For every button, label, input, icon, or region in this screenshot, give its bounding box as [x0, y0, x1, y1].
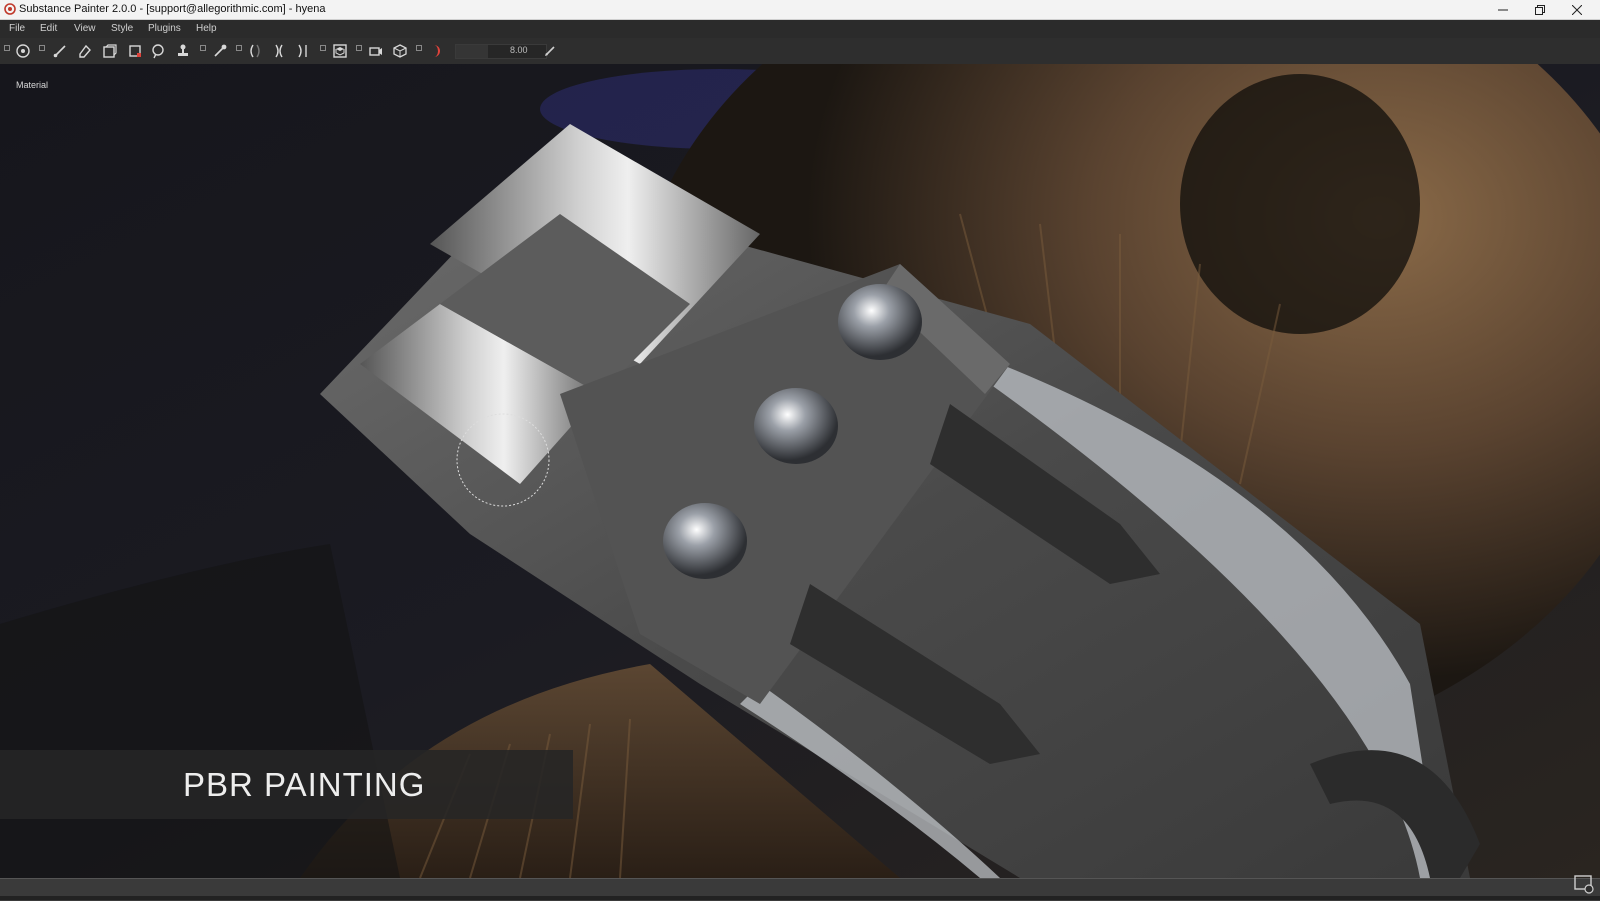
- expand-tick-icon[interactable]: [416, 45, 422, 51]
- clone-stamp-icon: [178, 44, 188, 56]
- transform-icon: [16, 44, 30, 58]
- menu-plugins[interactable]: Plugins: [148, 23, 181, 34]
- expand-tick-icon[interactable]: [200, 45, 206, 51]
- symmetry-left-icon: [250, 44, 260, 58]
- symmetry-mid-icon: [275, 44, 283, 58]
- symmetry-left-tool[interactable]: [245, 41, 265, 61]
- transform-tool[interactable]: [13, 41, 33, 61]
- menu-bar: File Edit View Style Plugins Help: [0, 20, 1600, 38]
- screenshot-icon[interactable]: [1573, 873, 1595, 895]
- eraser-tool[interactable]: [75, 41, 95, 61]
- app-logo-icon: [4, 3, 16, 15]
- menu-style[interactable]: Style: [111, 23, 133, 34]
- restore-button[interactable]: [1523, 0, 1557, 19]
- bottom-strip: [0, 896, 1600, 900]
- symmetry-right-icon: [298, 44, 307, 58]
- minimize-button[interactable]: [1486, 0, 1520, 19]
- window-title: Substance Painter 2.0.0 - [support@alleg…: [19, 3, 326, 15]
- brush-size-value: 8.00: [510, 45, 528, 55]
- moon-icon: [434, 45, 440, 57]
- projection-icon: [103, 44, 117, 58]
- material-picker-tool[interactable]: [210, 41, 230, 61]
- smudge-icon: [152, 44, 164, 59]
- menu-edit[interactable]: Edit: [40, 23, 57, 34]
- camera-icon: [369, 47, 382, 56]
- camera-tool[interactable]: [366, 41, 386, 61]
- paint-brush-tool[interactable]: [50, 41, 70, 61]
- expand-tick-icon[interactable]: [356, 45, 362, 51]
- viewport-mode-label: Material: [16, 80, 49, 90]
- projection-tool[interactable]: [100, 41, 120, 61]
- expand-tick-icon[interactable]: [236, 45, 242, 51]
- menu-view[interactable]: View: [74, 23, 96, 34]
- symmetry-mid-tool[interactable]: [269, 41, 289, 61]
- close-icon: [1572, 4, 1582, 15]
- menu-file[interactable]: File: [9, 23, 25, 34]
- polygon-fill-icon: [129, 45, 141, 57]
- toolbar: [0, 38, 1600, 65]
- smudge-tool[interactable]: [148, 41, 168, 61]
- display-3d-tool[interactable]: [330, 41, 350, 61]
- material-picker-icon: [214, 44, 227, 57]
- menu-help[interactable]: Help: [196, 23, 217, 34]
- cube-tool[interactable]: [390, 41, 410, 61]
- expand-tick-icon[interactable]: [4, 45, 10, 51]
- edit-pencil-icon[interactable]: [544, 45, 556, 57]
- paint-brush-icon: [53, 45, 66, 58]
- symmetry-right-tool[interactable]: [293, 41, 313, 61]
- polygon-fill-tool[interactable]: [125, 41, 145, 61]
- close-button[interactable]: [1560, 0, 1594, 19]
- clone-stamp-tool[interactable]: [173, 41, 193, 61]
- display-3d-icon: [333, 44, 347, 58]
- cube-icon: [393, 44, 407, 58]
- caption-title: PBR PAINTING: [183, 766, 426, 803]
- eraser-icon: [79, 44, 91, 58]
- expand-tick-icon[interactable]: [320, 45, 326, 51]
- moon-tool[interactable]: [425, 41, 445, 61]
- restore-icon: [1535, 4, 1545, 15]
- expand-tick-icon[interactable]: [39, 45, 45, 51]
- minimize-icon: [1498, 9, 1508, 10]
- title-bar: Substance Painter 2.0.0 - [support@alleg…: [0, 0, 1600, 20]
- brush-size-slider-fill: [456, 45, 489, 58]
- brush-size-slider[interactable]: [455, 44, 547, 59]
